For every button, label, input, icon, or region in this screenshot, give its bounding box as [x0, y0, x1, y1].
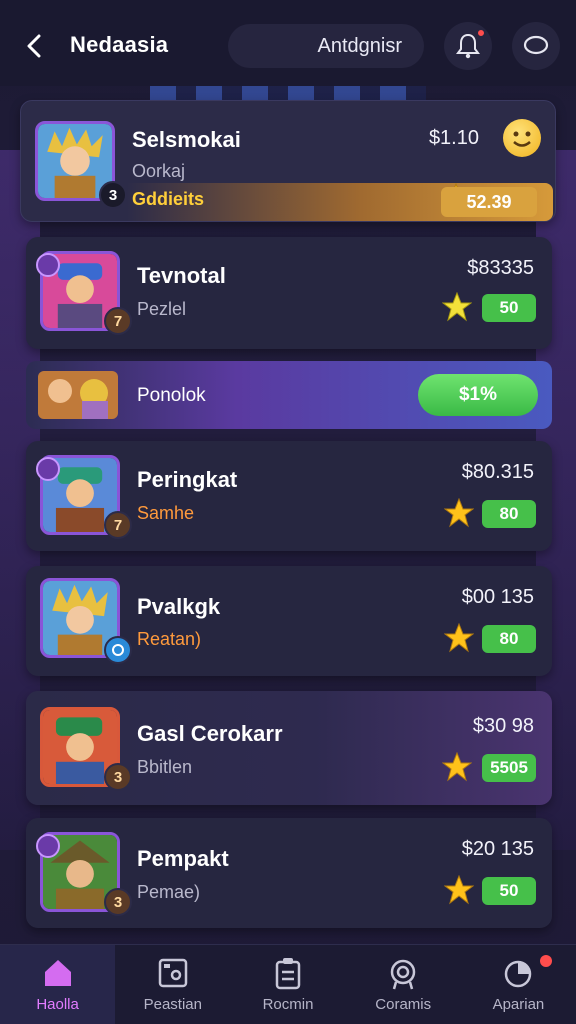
player-name: Pvalkgk: [137, 594, 221, 619]
player-subtitle: Pemae): [137, 882, 201, 902]
leaderboard-row[interactable]: 3 Pempakt Pemae) $20 135 50: [26, 818, 552, 928]
nav-profile[interactable]: Aparian: [461, 945, 576, 1024]
player-price: $83335: [467, 257, 534, 279]
player-subtitle: Reatan): [137, 629, 202, 649]
notification-dot: [540, 955, 553, 967]
nav-badges[interactable]: Coramis: [346, 945, 461, 1024]
bottom-navigation: Haolla Peastian Rocmin Coramis Aparian: [0, 944, 576, 1024]
nav-home[interactable]: Haolla: [0, 945, 116, 1024]
nav-label: Aparian: [492, 996, 545, 1013]
score-badge: 5505: [482, 754, 536, 782]
player-name: Selsmokai: [132, 127, 241, 152]
nav-label: Rocmin: [262, 996, 314, 1013]
profile-icon: [505, 960, 532, 988]
back-button[interactable]: [18, 30, 50, 62]
smiley-icon: [503, 119, 541, 157]
star-icon: [442, 752, 472, 782]
promo-label: Ponolok: [137, 385, 206, 406]
app-header: Nedaasia Antdgnisr: [0, 0, 576, 86]
player-subtitle: Bbitlen: [137, 757, 193, 777]
star-icon: [442, 292, 472, 322]
leaderboard-row[interactable]: 7 Tevnotal Pezlel $83335 50: [26, 237, 552, 349]
player-price: $30 98: [472, 715, 534, 737]
level-badge: [104, 636, 132, 664]
score-badge: 80: [482, 625, 536, 653]
level-badge: 7: [104, 307, 132, 335]
page-title: Nedaasia: [70, 32, 169, 57]
level-badge: 7: [104, 511, 132, 539]
star-icon: [444, 875, 474, 905]
score-badge: 80: [482, 500, 536, 528]
achievement-badge: [36, 834, 60, 858]
level-badge: 3: [104, 888, 132, 916]
nav-label: Peastian: [143, 996, 202, 1013]
level-badge: 3: [99, 181, 127, 209]
chat-bubble-icon: [523, 35, 549, 55]
player-subtitle: Samhe: [137, 503, 195, 523]
player-subtitle: Oorkaj: [132, 161, 186, 181]
score-badge: 50: [482, 877, 536, 905]
score-badge: 50: [482, 294, 536, 322]
search-pill[interactable]: Antdgnisr: [228, 24, 424, 68]
promo-button[interactable]: $1%: [418, 374, 538, 416]
background-rays: [150, 86, 426, 100]
refresh-icon: [112, 644, 124, 656]
player-name: Tevnotal: [137, 263, 226, 288]
player-name: Gasl Cerokarr: [137, 721, 283, 746]
leaderboard-row[interactable]: Pvalkgk Reatan) $00 135 80: [26, 566, 552, 676]
player-name: Peringkat: [137, 467, 238, 492]
photo-icon: [158, 958, 188, 988]
player-name: Pempakt: [137, 846, 229, 871]
home-icon: [44, 960, 71, 986]
notification-button[interactable]: [444, 22, 492, 70]
nav-label: Coramis: [375, 996, 432, 1013]
leaderboard-top-card[interactable]: 3 Selsmokai Oorkaj Gddieits $1.10 52.39: [20, 100, 556, 222]
chevron-left-icon: [27, 34, 41, 58]
nav-list[interactable]: Rocmin: [230, 945, 345, 1024]
score-badge: 52.39: [441, 187, 537, 217]
notification-dot: [476, 28, 486, 38]
star-icon: [444, 498, 474, 528]
promo-banner[interactable]: Ponolok $1%: [26, 361, 552, 429]
nav-label: Haolla: [36, 996, 79, 1013]
clipboard-icon: [275, 958, 301, 990]
nav-photos[interactable]: Peastian: [115, 945, 230, 1024]
player-tag: Gddieits: [132, 189, 205, 209]
leaderboard-row[interactable]: 3 Gasl Cerokarr Bbitlen $30 98 5505: [26, 691, 552, 805]
player-price: $1.10: [428, 127, 479, 149]
player-subtitle: Pezlel: [137, 299, 187, 319]
chat-button[interactable]: [512, 22, 560, 70]
player-price: $20 135: [461, 838, 534, 860]
leaderboard-row[interactable]: 7 Peringkat Samhe $80.315 80: [26, 441, 552, 551]
badge-icon: [390, 959, 416, 990]
bell-icon: [456, 33, 480, 59]
star-icon: [444, 623, 474, 653]
promo-image: [38, 371, 118, 419]
achievement-badge: [36, 457, 60, 481]
player-price: $00 135: [461, 586, 534, 608]
achievement-badge: [36, 253, 60, 277]
level-badge: 3: [104, 763, 132, 791]
player-price: $80.315: [461, 461, 534, 483]
